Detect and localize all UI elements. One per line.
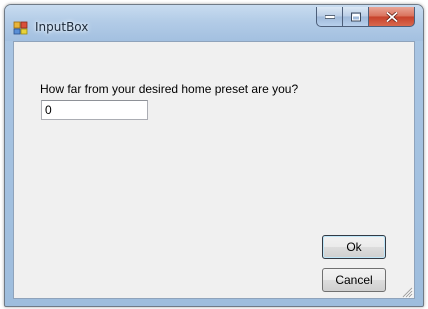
app-icon (13, 19, 29, 35)
prompt-label: How far from your desired home preset ar… (40, 82, 299, 96)
window-title: InputBox (35, 20, 89, 34)
caption-buttons (316, 7, 415, 27)
title-bar[interactable]: InputBox (5, 5, 423, 41)
maximize-icon (350, 12, 361, 21)
close-button[interactable] (369, 7, 415, 27)
inputbox-window: InputBox How far from your desired home … (4, 4, 424, 307)
ok-button[interactable]: Ok (322, 235, 386, 259)
close-icon (386, 11, 397, 22)
maximize-button[interactable] (343, 7, 369, 27)
value-input[interactable] (41, 100, 148, 120)
cancel-button[interactable]: Cancel (322, 268, 386, 292)
minimize-icon (324, 14, 335, 19)
minimize-button[interactable] (316, 7, 343, 27)
resize-grip-icon[interactable] (401, 285, 414, 299)
dialog-client-area: How far from your desired home preset ar… (13, 41, 415, 299)
